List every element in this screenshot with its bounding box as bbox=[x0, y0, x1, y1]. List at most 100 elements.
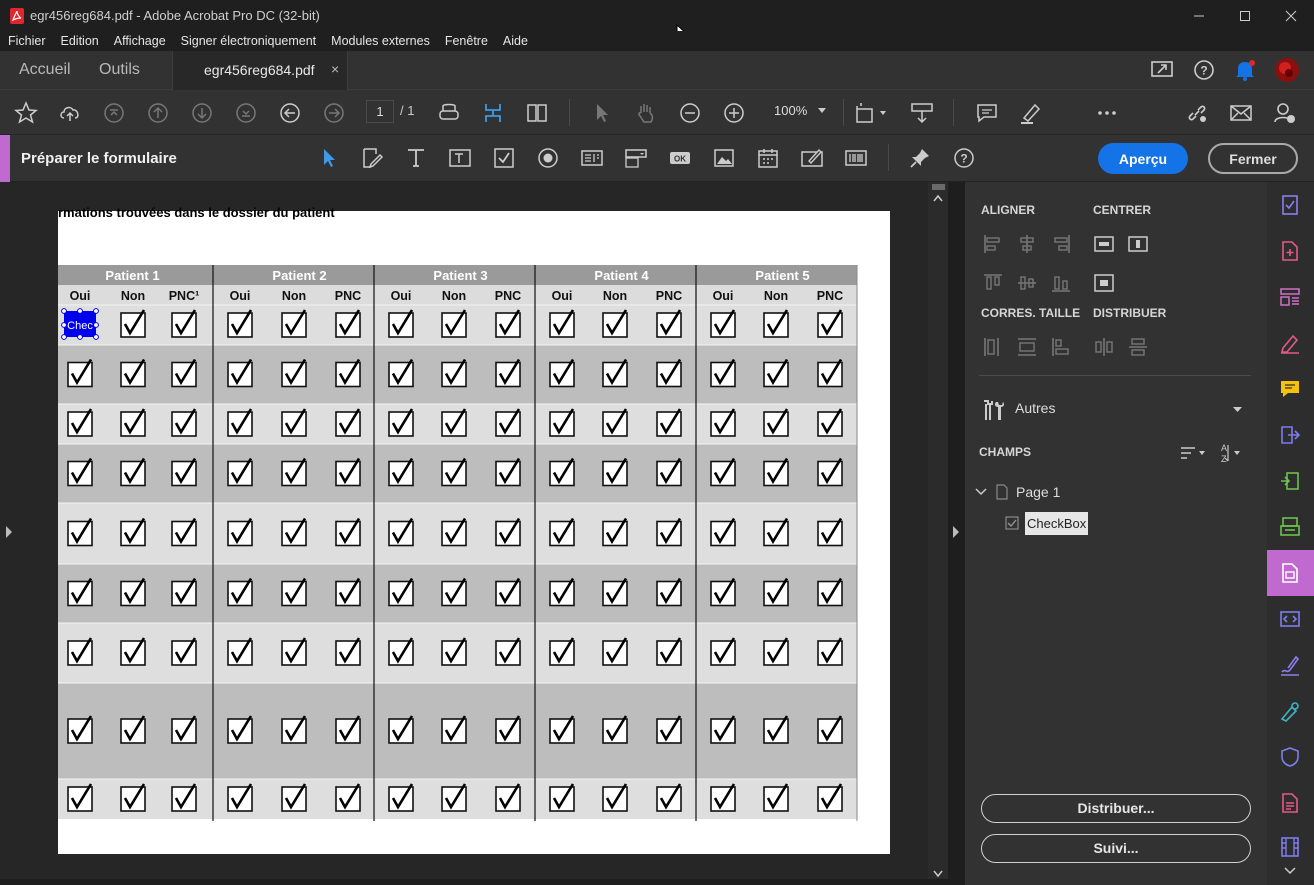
avatar[interactable] bbox=[1274, 57, 1300, 83]
tree-node-checkbox[interactable]: CheckBox bbox=[1005, 510, 1089, 536]
distribute-vertical-icon[interactable] bbox=[1127, 336, 1149, 358]
email-icon[interactable] bbox=[1229, 101, 1253, 125]
zoom-out-icon[interactable] bbox=[678, 101, 702, 125]
tab-close-icon[interactable]: × bbox=[331, 61, 339, 77]
align-left-icon[interactable] bbox=[982, 233, 1004, 255]
link-share-icon[interactable] bbox=[1185, 101, 1209, 125]
scroll-down-icon[interactable] bbox=[933, 870, 943, 878]
scroll-up-icon[interactable] bbox=[933, 194, 943, 202]
distribute-horizontal-icon[interactable] bbox=[1093, 336, 1115, 358]
sort-icon[interactable] bbox=[1179, 444, 1207, 462]
align-right-icon[interactable] bbox=[1050, 233, 1072, 255]
protect-shield-icon[interactable] bbox=[1279, 746, 1301, 768]
print-icon[interactable] bbox=[437, 101, 461, 125]
edit-form-icon[interactable] bbox=[360, 146, 384, 170]
select-object-icon[interactable] bbox=[316, 146, 340, 170]
last-page-icon[interactable] bbox=[234, 101, 258, 125]
text-tool-icon[interactable] bbox=[404, 146, 428, 170]
preview-button[interactable]: Aperçu bbox=[1098, 143, 1188, 174]
signature-field-icon[interactable] bbox=[800, 146, 824, 170]
align-bottom-icon[interactable] bbox=[1050, 272, 1072, 294]
minimize-button[interactable] bbox=[1176, 0, 1222, 31]
menu-fichier[interactable]: Fichier bbox=[8, 34, 46, 48]
align-center-icon[interactable] bbox=[1016, 233, 1038, 255]
menu-aide[interactable]: Aide bbox=[503, 34, 528, 48]
menu-edition[interactable]: Edition bbox=[61, 34, 99, 48]
text-field-icon[interactable] bbox=[448, 146, 472, 170]
compress-pdf-icon[interactable] bbox=[1279, 470, 1301, 492]
request-signature-icon[interactable] bbox=[1279, 700, 1301, 722]
next-page-icon[interactable] bbox=[190, 101, 214, 125]
date-field-icon[interactable] bbox=[756, 146, 780, 170]
checkbox-tool-icon[interactable] bbox=[492, 146, 516, 170]
edit-pdf-icon[interactable] bbox=[1279, 332, 1301, 354]
zoom-select[interactable]: 100% bbox=[762, 100, 832, 123]
upload-cloud-icon[interactable] bbox=[58, 101, 82, 125]
image-field-icon[interactable] bbox=[712, 146, 736, 170]
previous-page-icon[interactable] bbox=[146, 101, 170, 125]
maximize-button[interactable] bbox=[1222, 0, 1268, 31]
tab-tools[interactable]: Outils bbox=[99, 61, 140, 79]
share-screen-icon[interactable] bbox=[1150, 59, 1174, 81]
tree-node-page[interactable]: Page 1 bbox=[975, 482, 1060, 502]
expand-left-panel-icon[interactable] bbox=[5, 525, 13, 539]
menu-fenetre[interactable]: Fenêtre bbox=[445, 34, 488, 48]
center-both-icon[interactable] bbox=[1093, 272, 1115, 294]
center-horizontal-icon[interactable] bbox=[1093, 233, 1115, 255]
pdf-standards-icon[interactable] bbox=[1279, 792, 1301, 814]
rail-scroll-down-icon[interactable] bbox=[1284, 867, 1296, 875]
fill-sign-pen-icon[interactable] bbox=[1279, 654, 1301, 676]
tab-document[interactable]: egr456reg684.pdf × bbox=[172, 51, 348, 90]
create-pdf-icon[interactable] bbox=[1279, 240, 1301, 262]
chevron-down-icon[interactable] bbox=[975, 488, 987, 496]
match-height-icon[interactable] bbox=[1016, 336, 1038, 358]
star-bookmark-icon[interactable] bbox=[14, 101, 38, 125]
rich-media-icon[interactable] bbox=[1279, 836, 1301, 858]
menu-signer[interactable]: Signer électroniquement bbox=[181, 34, 317, 48]
menu-modules[interactable]: Modules externes bbox=[331, 34, 430, 48]
collapse-right-panel-icon[interactable] bbox=[952, 525, 960, 539]
distribute-button[interactable]: Distribuer... bbox=[981, 794, 1251, 823]
page-view-icon[interactable] bbox=[525, 101, 549, 125]
organize-pages-icon[interactable] bbox=[1279, 286, 1301, 308]
comment-icon[interactable] bbox=[975, 101, 999, 125]
pin-icon[interactable] bbox=[908, 146, 932, 170]
zoom-in-icon[interactable] bbox=[722, 101, 746, 125]
page-display-icon[interactable] bbox=[854, 101, 890, 125]
hand-tool-icon[interactable] bbox=[634, 101, 658, 125]
help-icon[interactable]: ? bbox=[1192, 58, 1216, 82]
add-person-icon[interactable] bbox=[1273, 101, 1297, 125]
more-options-icon[interactable] bbox=[1095, 101, 1119, 125]
menu-affichage[interactable]: Affichage bbox=[114, 34, 166, 48]
radio-button-icon[interactable] bbox=[536, 146, 560, 170]
export-pdf-icon[interactable] bbox=[1279, 424, 1301, 446]
list-box-icon[interactable] bbox=[580, 146, 604, 170]
scrollbar-thumb[interactable] bbox=[932, 184, 945, 190]
others-dropdown[interactable]: Autres bbox=[980, 396, 1250, 426]
match-both-icon[interactable] bbox=[1050, 336, 1072, 358]
first-page-icon[interactable] bbox=[102, 101, 126, 125]
align-top-icon[interactable] bbox=[982, 272, 1004, 294]
tab-home[interactable]: Accueil bbox=[19, 61, 71, 79]
highlight-pen-icon[interactable] bbox=[1019, 101, 1043, 125]
page-number-input[interactable]: 1 bbox=[366, 100, 394, 123]
scan-icon[interactable] bbox=[1279, 516, 1301, 538]
match-width-icon[interactable] bbox=[982, 336, 1004, 358]
back-icon[interactable] bbox=[278, 101, 302, 125]
scroll-mode-icon[interactable] bbox=[910, 101, 934, 125]
prepare-form-icon[interactable] bbox=[1279, 562, 1301, 584]
action-wizard-icon[interactable] bbox=[1279, 608, 1301, 630]
fit-width-icon[interactable] bbox=[481, 101, 505, 125]
sort-alpha-icon[interactable]: AZ bbox=[1219, 442, 1243, 464]
vertical-scrollbar[interactable] bbox=[928, 182, 948, 885]
comment-rail-icon[interactable] bbox=[1279, 378, 1301, 400]
notification-bell-icon[interactable] bbox=[1234, 58, 1256, 82]
close-window-button[interactable] bbox=[1268, 0, 1314, 31]
barcode-icon[interactable] bbox=[844, 146, 868, 170]
ok-button-icon[interactable]: OK bbox=[668, 146, 692, 170]
form-help-icon[interactable]: ? bbox=[952, 146, 976, 170]
select-cursor-icon[interactable] bbox=[590, 101, 614, 125]
forward-icon[interactable] bbox=[322, 101, 346, 125]
fill-sign-icon[interactable] bbox=[1279, 194, 1301, 216]
close-form-button[interactable]: Fermer bbox=[1208, 143, 1298, 174]
